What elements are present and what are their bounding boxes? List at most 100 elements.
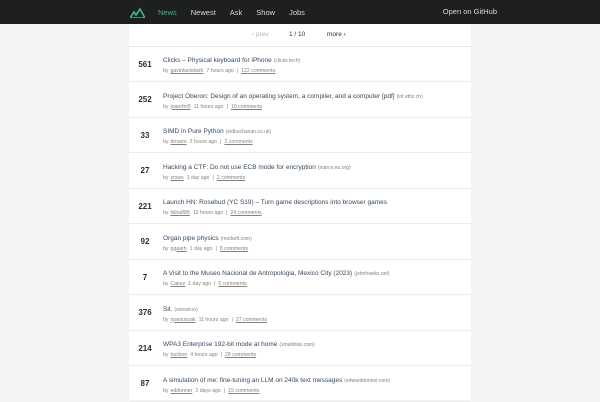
story-title-text[interactable]: Project Oberon: Design of an operating s… [163,93,395,100]
story-meta: by eddonner 2 days ago | 15 comments [163,388,259,394]
next-page-link[interactable]: more › [327,31,346,38]
nav-jobs[interactable]: Jobs [289,8,305,17]
story-score: 561 [138,59,152,69]
by-label: by [163,103,169,110]
by-label: by [163,174,169,181]
story-time: 1 day ago [186,174,210,181]
meta-separator: | [226,103,228,110]
story-domain: (sonset.io) [174,306,198,313]
story-title-link[interactable]: Clicks – Physical keyboard for iPhone (cl… [163,57,300,64]
story-comments-link[interactable]: 122 comments [241,68,275,74]
story-author-link[interactable]: gavinlackdash [170,68,203,74]
story-item: 252 Project Oberon: Design of an operatin… [129,83,471,118]
by-label: by [163,316,169,323]
story-author-link[interactable]: lisha888 [170,210,189,216]
story-title-link[interactable]: Launch HN: Rosebud (YC S19) – Turn game … [163,199,389,206]
story-author-link[interactable]: dmarto [170,139,186,145]
open-on-github-link[interactable]: Open on GitHub [443,0,497,24]
prev-page-link[interactable]: ‹ prev [252,31,269,38]
story-score: 221 [138,201,152,211]
meta-separator: | [215,245,217,252]
story-title-link[interactable]: Sit. (sonset.io) [163,306,198,313]
story-time: 11 hours ago [193,103,224,110]
page-indicator: 1 / 10 [289,31,306,38]
story-time: 4 hours ago [190,352,218,358]
story-comments-link[interactable]: 8 comments [220,246,248,252]
nav-newest[interactable]: Newest [191,8,216,17]
meta-separator: | [214,281,216,287]
by-label: by [163,245,169,252]
by-label: by [163,281,169,287]
story-title-text[interactable]: Organ pipe physics [163,235,219,242]
story-title-link[interactable]: Project Oberon: Design of an operating s… [163,93,423,100]
story-comments-link[interactable]: 2 comments [217,175,245,181]
story-author-link[interactable]: tachion [170,352,187,358]
story-meta: by joaorfm5 11 hours ago | 10 comments [163,104,262,110]
story-title-text[interactable]: SIMD in Pure Python [163,128,224,135]
story-title-text[interactable]: A simulation of me: fine-tuning an LLM o… [163,377,342,384]
meta-separator: | [223,387,226,394]
story-item: 7 A Visit to the Museo Nacional de Antrop… [129,260,471,295]
story-score: 27 [140,166,150,175]
story-score: 87 [140,379,150,388]
story-domain: (marco.eu.org) [317,164,351,171]
story-score: 33 [140,130,150,140]
story-meta: by pgaarh 1 day ago | 8 comments [163,246,248,252]
story-score: 376 [138,308,152,317]
story-item: 87 A simulation of me: fine-tuning an LLM… [129,367,471,402]
story-item: 561 Clicks – Physical keyboard for iPhone… [129,47,471,82]
story-time: 2 days ago [195,387,221,394]
story-comments-link[interactable]: 0 comments [218,281,246,287]
story-comments-link[interactable]: 24 comments [230,210,261,216]
story-score: 252 [138,95,152,104]
story-title-text[interactable]: WPA3 Enterprise 192-bit mode at home [163,341,277,348]
nav-news[interactable]: News [158,8,177,17]
story-time: 1 day ago [189,245,213,252]
story-author-link[interactable]: pgaarh [170,246,186,252]
story-title-link[interactable]: SIMD in Pure Python (eidbuchanan.co.uk) [163,128,271,135]
story-title-text[interactable]: Launch HN: Rosebud (YC S19) – Turn game … [163,199,387,206]
story-title-link[interactable]: A simulation of me: fine-tuning an LLM o… [163,377,390,384]
story-author-link[interactable]: eddonner [170,388,192,394]
story-comments-link[interactable]: 2 comments [224,139,252,145]
story-time: 2 hours ago [189,139,218,145]
main-nav: News Newest Ask Show Jobs [158,0,319,24]
story-time: 11 hours ago [198,316,229,323]
meta-separator: | [226,210,228,216]
meta-separator: | [231,316,233,323]
story-title-link[interactable]: WPA3 Enterprise 192-bit mode at home (sma… [163,341,315,348]
story-item: 221 Launch HN: Rosebud (YC S19) – Turn ga… [129,189,471,224]
story-title-text[interactable]: Sit. [163,306,172,313]
story-domain: (inf.ethz.ch) [396,93,423,100]
meta-separator: | [236,68,239,74]
story-title-link[interactable]: A Visit to the Museo Nacional de Antropo… [163,270,390,277]
story-item: 214 WPA3 Enterprise 192-bit mode at home(… [129,331,471,366]
logo-icon[interactable] [130,6,145,18]
story-time: 7 hours ago [206,68,234,74]
story-comments-link[interactable]: 15 comments [228,388,259,394]
story-title-text[interactable]: Clicks – Physical keyboard for iPhone [163,57,272,64]
story-score: 92 [140,237,150,246]
nav-ask[interactable]: Ask [230,8,243,17]
story-score: 7 [142,272,148,282]
story-comments-link[interactable]: 10 comments [231,104,262,110]
story-author-link[interactable]: joaorfm5 [170,104,190,110]
story-time: 12 hours ago [192,210,224,216]
nav-show[interactable]: Show [256,8,275,17]
stories-list: ‹ prev 1 / 10 more › 561 Clicks – Physica… [129,24,471,402]
by-label: by [163,210,169,216]
story-title-link[interactable]: Organ pipe physics (modartt.com) [163,235,252,242]
top-navigation-bar: News Newest Ask Show Jobs Open on GitHub [0,0,600,24]
story-author-link[interactable]: zrsws [170,175,183,181]
story-author-link[interactable]: Cakez [170,281,185,287]
story-meta: by dmarto 2 hours ago | 2 comments [163,139,253,145]
story-domain: (modartt.com) [220,235,252,242]
story-author-link[interactable]: rpastuszak [170,317,195,323]
story-domain: (eidbuchanan.co.uk) [225,129,272,135]
story-comments-link[interactable]: 28 comments [225,352,256,358]
story-title-text[interactable]: A Visit to the Museo Nacional de Antropo… [163,270,352,277]
story-item: 33 SIMD in Pure Python (eidbuchanan.co.uk)… [129,118,471,153]
story-comments-link[interactable]: 27 comments [236,317,267,323]
story-title-link[interactable]: Hacking a CTF: Do not use ECB mode for e… [163,164,351,171]
story-title-text[interactable]: Hacking a CTF: Do not use ECB mode for e… [163,164,316,171]
